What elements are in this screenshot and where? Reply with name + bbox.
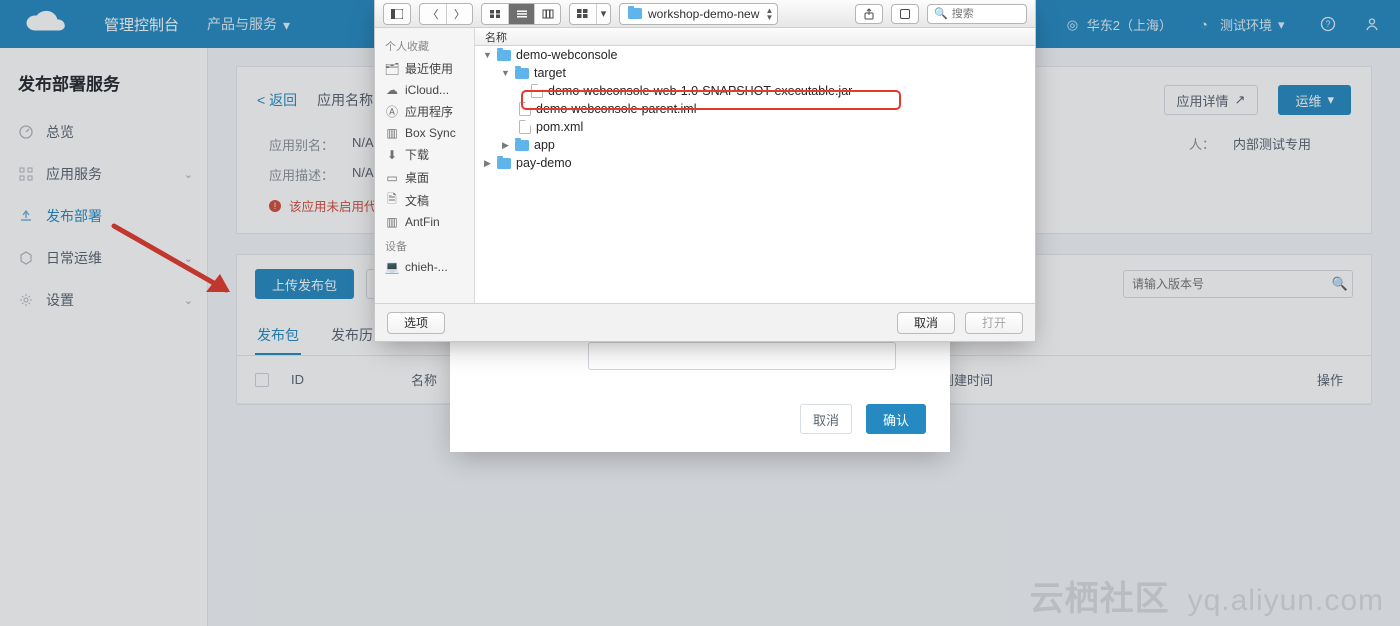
column-header-name[interactable]: 名称 xyxy=(475,28,1035,46)
file-tree: ▼ demo-webconsole ▼ target demo-webconso… xyxy=(475,46,1035,303)
sidebar-toggle-icon[interactable] xyxy=(384,4,410,24)
file-icon xyxy=(519,102,531,116)
folder-icon: ▥ xyxy=(385,126,399,140)
nav-forward-icon[interactable]: 〉 xyxy=(446,4,472,24)
folder-icon xyxy=(497,50,511,61)
modal-confirm-button[interactable]: 确认 xyxy=(866,404,926,434)
download-icon: ⬇ xyxy=(385,148,399,162)
finder-search[interactable]: 🔍 xyxy=(927,4,1027,24)
chevron-down-icon[interactable]: ▾ xyxy=(596,4,610,24)
view-columns-icon[interactable] xyxy=(534,4,560,24)
finder-cancel-button[interactable]: 取消 xyxy=(897,312,955,334)
device-laptop[interactable]: 💻chieh-... xyxy=(375,257,474,277)
clock-folder-icon: 🗂 xyxy=(385,62,399,76)
path-dropdown[interactable]: workshop-demo-new ▲▼ xyxy=(619,3,778,25)
desktop-icon: ▭ xyxy=(385,171,399,185)
view-icons-icon[interactable] xyxy=(482,4,508,24)
finder-open-button[interactable]: 打开 xyxy=(965,312,1023,334)
fav-recent[interactable]: 🗂最近使用 xyxy=(375,57,474,80)
disclosure-right-icon[interactable]: ▶ xyxy=(501,141,510,150)
tree-node-folder[interactable]: ▶ app xyxy=(475,136,1035,154)
tree-node-folder[interactable]: ▼ demo-webconsole xyxy=(475,46,1035,64)
arrange-icon[interactable] xyxy=(570,4,596,24)
tree-node-file[interactable]: pom.xml xyxy=(475,118,1035,136)
view-list-icon[interactable] xyxy=(508,4,534,24)
fav-downloads[interactable]: ⬇下载 xyxy=(375,143,474,166)
nav-back-icon[interactable]: 〈 xyxy=(420,4,446,24)
search-icon: 🔍 xyxy=(934,7,948,20)
fav-desktop[interactable]: ▭桌面 xyxy=(375,166,474,189)
disclosure-right-icon[interactable]: ▶ xyxy=(483,159,492,168)
file-icon xyxy=(519,120,531,134)
folder-icon xyxy=(628,8,642,19)
nav-back-forward[interactable]: 〈 〉 xyxy=(419,3,473,25)
sidebar-toggle-group[interactable] xyxy=(383,3,411,25)
folder-icon xyxy=(497,158,511,169)
tree-node-file-jar[interactable]: demo-webconsole-web-1.0-SNAPSHOT-executa… xyxy=(475,82,1035,100)
apps-icon: Ⓐ xyxy=(385,105,399,119)
finder-options-button[interactable]: 选项 xyxy=(387,312,445,334)
arrange-dropdown[interactable]: ▾ xyxy=(569,3,611,25)
document-icon: 🗎 xyxy=(385,194,399,208)
devices-header: 设备 xyxy=(375,232,474,257)
disclosure-down-icon[interactable]: ▼ xyxy=(483,51,492,60)
tree-node-file[interactable]: demo-webconsole-parent.iml xyxy=(475,100,1035,118)
finder-toolbar: 〈 〉 ▾ workshop-demo-new ▲▼ 🔍 xyxy=(375,0,1035,28)
view-mode-group[interactable] xyxy=(481,3,561,25)
tree-node-folder[interactable]: ▼ target xyxy=(475,64,1035,82)
finder-footer: 选项 取消 打开 xyxy=(375,303,1035,341)
modal-cancel-button[interactable]: 取消 xyxy=(800,404,852,434)
finder-search-input[interactable] xyxy=(952,8,1020,20)
cloud-icon: ☁ xyxy=(385,83,399,97)
folder-icon xyxy=(515,68,529,79)
fav-applications[interactable]: Ⓐ应用程序 xyxy=(375,100,474,123)
fav-boxsync[interactable]: ▥Box Sync xyxy=(375,123,474,143)
share-icon[interactable] xyxy=(855,4,883,24)
finder-sidebar: 个人收藏 🗂最近使用 ☁iCloud... Ⓐ应用程序 ▥Box Sync ⬇下… xyxy=(375,28,475,303)
fav-antfin[interactable]: ▥AntFin xyxy=(375,212,474,232)
fav-documents[interactable]: 🗎文稿 xyxy=(375,189,474,212)
disclosure-down-icon[interactable]: ▼ xyxy=(501,69,510,78)
favorites-header: 个人收藏 xyxy=(375,32,474,57)
jar-file-icon xyxy=(531,84,543,98)
tree-node-folder[interactable]: ▶ pay-demo xyxy=(475,154,1035,172)
folder-icon: ▥ xyxy=(385,215,399,229)
fav-icloud[interactable]: ☁iCloud... xyxy=(375,80,474,100)
folder-icon xyxy=(515,140,529,151)
updown-icon: ▲▼ xyxy=(765,7,773,21)
laptop-icon: 💻 xyxy=(385,260,399,274)
tags-icon[interactable] xyxy=(891,4,919,24)
finder-dialog: 〈 〉 ▾ workshop-demo-new ▲▼ 🔍 xyxy=(374,0,1036,342)
modal-textarea[interactable] xyxy=(588,342,896,370)
